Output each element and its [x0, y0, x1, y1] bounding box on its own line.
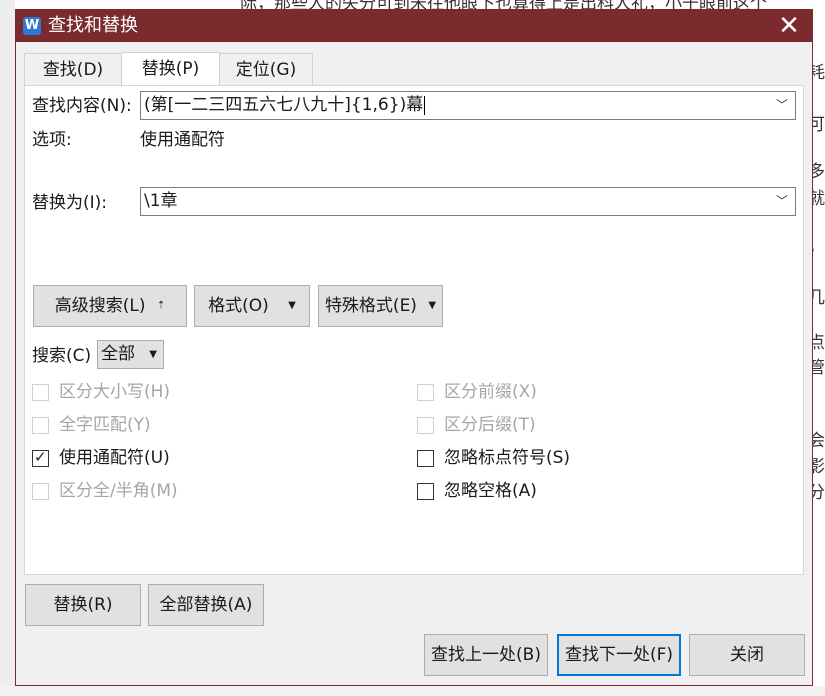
match-prefix-label: 区分前缀(X): [444, 382, 537, 402]
search-scope-label: 搜索(C): [32, 346, 92, 366]
ignore-punctuation-label: 忽略标点符号(S): [444, 448, 571, 468]
replace-button[interactable]: 替换(R): [25, 584, 141, 626]
title-bar[interactable]: W 查找和替换 ✕: [16, 10, 812, 42]
background-text-line: 际，那些人的失分可到米往他眼下也算得上是出科人礼，小于眼前这个: [240, 0, 825, 9]
match-case-label: 区分大小写(H): [59, 382, 171, 402]
advanced-search-button[interactable]: 高级搜索(L) ⇡: [33, 285, 187, 327]
close-icon[interactable]: ✕: [766, 10, 812, 42]
ignore-spaces-checkbox[interactable]: [417, 483, 434, 500]
use-wildcards-checkbox[interactable]: ✓: [32, 448, 49, 467]
wps-writer-icon: W: [23, 17, 41, 35]
tab-find[interactable]: 查找(D): [24, 53, 122, 85]
match-prefix-checkbox[interactable]: [417, 384, 434, 401]
find-previous-button[interactable]: 查找上一处(B): [424, 634, 548, 676]
replace-label: 替换为(I):: [32, 193, 108, 213]
dialog-title: 查找和替换: [48, 15, 138, 36]
match-case-checkbox[interactable]: [32, 384, 49, 401]
caret-down-icon: ▼: [288, 300, 296, 311]
match-width-checkbox[interactable]: [32, 483, 49, 500]
options-value: 使用通配符: [140, 130, 225, 150]
find-replace-dialog: W 查找和替换 ✕ 查找(D) 替换(P) 定位(G) 查找内容(N): (第[…: [15, 9, 813, 686]
match-suffix-label: 区分后缀(T): [444, 415, 536, 435]
caret-down-icon: ▼: [428, 300, 437, 311]
special-format-button[interactable]: 特殊格式(E) ▼: [318, 285, 443, 327]
ignore-punctuation-checkbox[interactable]: [417, 450, 434, 467]
search-scope-select[interactable]: 全部 ▼: [97, 340, 164, 369]
replace-combobox[interactable]: \1章 ﹀: [140, 187, 796, 216]
whole-word-label: 全字匹配(Y): [59, 415, 151, 435]
checkmark-icon: ✓: [34, 448, 47, 466]
find-next-button[interactable]: 查找下一处(F): [557, 634, 681, 676]
search-scope-value: 全部: [101, 344, 135, 364]
format-button[interactable]: 格式(O) ▼: [194, 285, 310, 327]
tab-replace[interactable]: 替换(P): [121, 52, 220, 86]
match-width-label: 区分全/半角(M): [59, 481, 178, 501]
find-label: 查找内容(N):: [32, 96, 132, 116]
whole-word-checkbox[interactable]: [32, 417, 49, 434]
chevron-down-icon[interactable]: ﹀: [772, 92, 792, 119]
caret-down-icon: ▼: [149, 349, 157, 360]
replace-all-button[interactable]: 全部替换(A): [148, 584, 264, 626]
background-bottom-strip: [0, 686, 825, 696]
use-wildcards-label: 使用通配符(U): [59, 448, 170, 468]
text-cursor: [424, 95, 426, 115]
replace-input[interactable]: \1章: [144, 188, 178, 215]
options-label: 选项:: [32, 130, 72, 150]
find-input[interactable]: (第[一二三四五六七八九十]{1,6})幕: [144, 92, 426, 119]
background-left-strip: [0, 0, 15, 696]
close-button[interactable]: 关闭: [689, 634, 805, 676]
find-combobox[interactable]: (第[一二三四五六七八九十]{1,6})幕 ﹀: [140, 91, 796, 120]
match-suffix-checkbox[interactable]: [417, 417, 434, 434]
collapse-icon: ⇡: [156, 300, 166, 311]
chevron-down-icon[interactable]: ﹀: [772, 188, 792, 215]
tab-goto[interactable]: 定位(G): [219, 53, 313, 85]
ignore-spaces-label: 忽略空格(A): [444, 481, 537, 501]
